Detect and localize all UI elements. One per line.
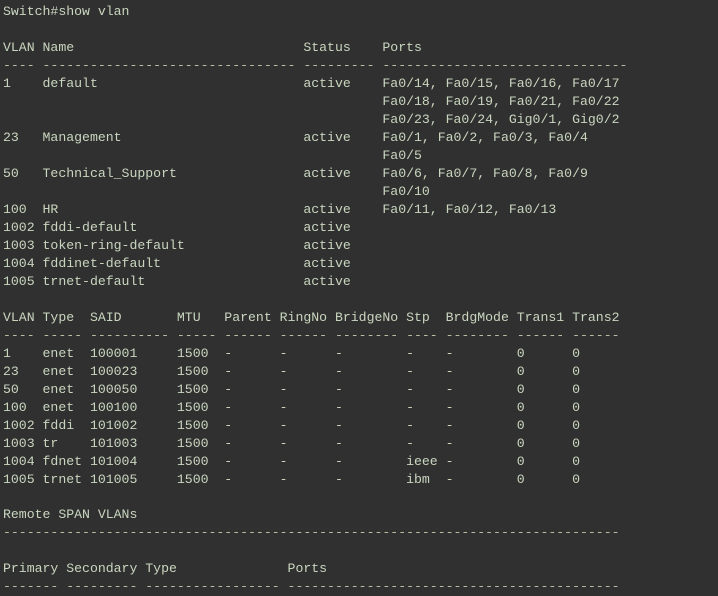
remote-span-title: Remote SPAN VLANs [3, 507, 138, 522]
vlan-type-table-row: 1 enet 100001 1500 - - - - - 0 0 [3, 346, 580, 361]
vlan-table-row: 23 Management active Fa0/1, Fa0/2, Fa0/3… [3, 130, 588, 145]
vlan-type-table-row: 1003 tr 101003 1500 - - - - - 0 0 [3, 436, 580, 451]
terminal-window[interactable]: Switch#show vlan VLAN Name Status Ports … [0, 0, 718, 596]
vlan-table-row: 1003 token-ring-default active [3, 238, 351, 253]
vlan-table-row: 1004 fddinet-default active [3, 256, 351, 271]
vlan-type-table-separator: ---- ----- ---------- ----- ------ -----… [3, 328, 620, 343]
vlan-type-table-row: 23 enet 100023 1500 - - - - - 0 0 [3, 364, 580, 379]
vlan-table-row: 1 default active Fa0/14, Fa0/15, Fa0/16,… [3, 76, 620, 91]
vlan-table-separator: ---- -------------------------------- --… [3, 58, 628, 73]
vlan-table-row: Fa0/23, Fa0/24, Gig0/1, Gig0/2 [3, 112, 620, 127]
remote-span-separator: ----------------------------------------… [3, 525, 620, 540]
command-prompt: Switch#show vlan [3, 4, 130, 19]
vlan-table-row: 100 HR active Fa0/11, Fa0/12, Fa0/13 [3, 202, 557, 217]
private-vlan-table-header: Primary Secondary Type Ports [3, 561, 328, 576]
vlan-type-table-row: 100 enet 100100 1500 - - - - - 0 0 [3, 400, 580, 415]
vlan-table-row: Fa0/18, Fa0/19, Fa0/21, Fa0/22 [3, 94, 620, 109]
vlan-type-table-row: 1004 fdnet 101004 1500 - - - ieee - 0 0 [3, 454, 580, 469]
vlan-table-row: Fa0/5 [3, 148, 422, 163]
vlan-table-row: 50 Technical_Support active Fa0/6, Fa0/7… [3, 166, 588, 181]
vlan-type-table-row: 1005 trnet 101005 1500 - - - ibm - 0 0 [3, 472, 580, 487]
vlan-table-row: 1005 trnet-default active [3, 274, 351, 289]
vlan-table-row: Fa0/10 [3, 184, 430, 199]
vlan-table-header: VLAN Name Status Ports [3, 40, 422, 55]
vlan-type-table-row: 1002 fddi 101002 1500 - - - - - 0 0 [3, 418, 580, 433]
vlan-table-row: 1002 fddi-default active [3, 220, 351, 235]
vlan-type-table-row: 50 enet 100050 1500 - - - - - 0 0 [3, 382, 580, 397]
private-vlan-table-separator: ------- --------- ----------------- ----… [3, 579, 620, 594]
vlan-type-table-header: VLAN Type SAID MTU Parent RingNo BridgeN… [3, 310, 620, 325]
